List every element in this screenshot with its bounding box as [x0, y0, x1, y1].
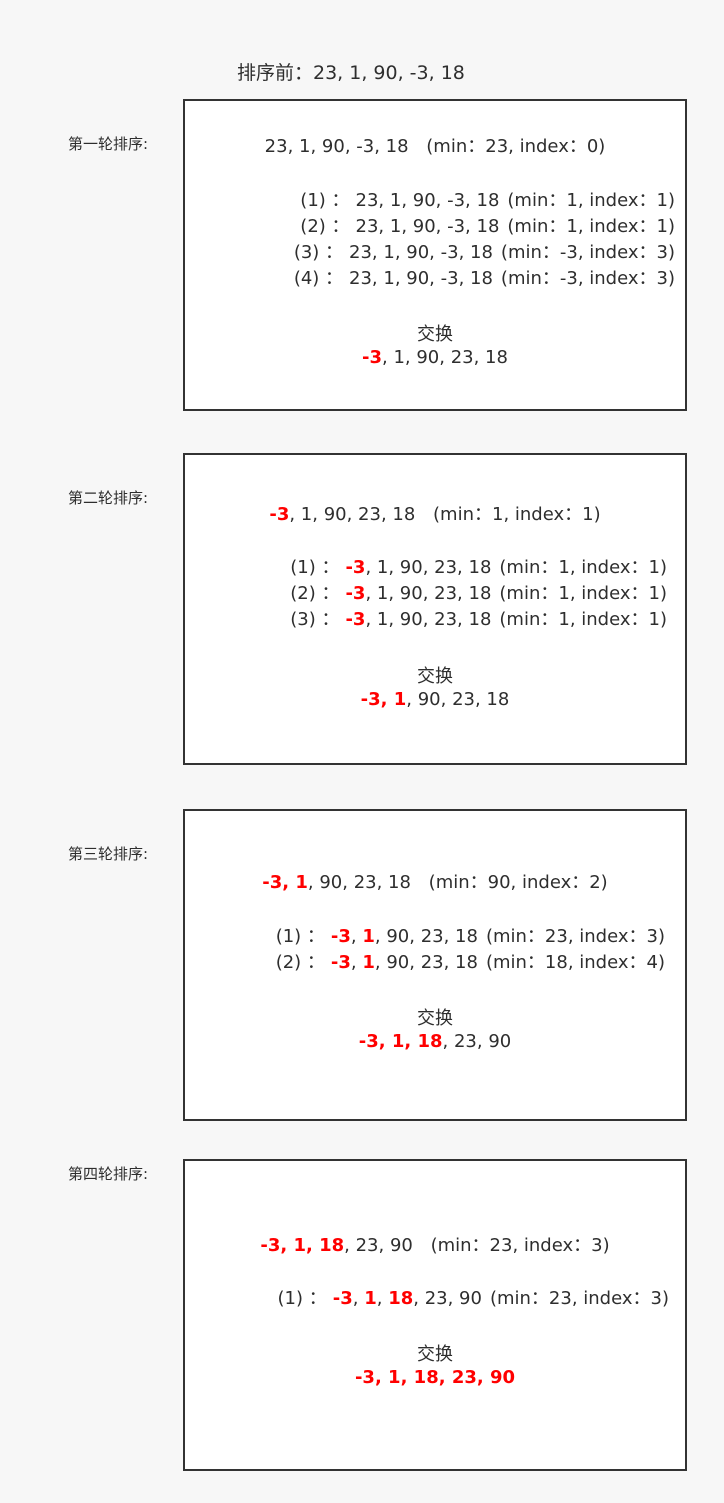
comparison-step-line: (4) ： 23, 1, 90, -3, 18 (min：-3, index：3)	[185, 264, 675, 290]
swap-result-line: -3, 1, 18, 23, 90	[185, 1367, 685, 1388]
sorted-value: -3	[330, 926, 351, 947]
step-number: (1) ：	[275, 926, 325, 947]
swap-label: 交换	[417, 1344, 453, 1365]
round-label: 第三轮排序:	[68, 845, 149, 863]
unsorted-value: , 90, 23, 18	[307, 872, 411, 893]
comparison-step-line: (1) ： -3, 1, 90, 23, 18 (min：1, index：1)	[185, 553, 667, 579]
initial-state-line: 23, 1, 90, -3, 18 (min：23, index：0)	[185, 132, 685, 158]
step-number: (4) ：	[293, 268, 344, 289]
swap-result-line: -3, 1, 90, 23, 18	[185, 347, 685, 368]
min-index-info: (min：-3, index：3)	[500, 242, 675, 263]
min-index-info: (min：23, index：0)	[420, 136, 606, 157]
step-number: (1) ：	[300, 190, 350, 211]
sorted-value: -3, 1, 18	[260, 1235, 345, 1256]
swap-label: 交换	[417, 666, 453, 687]
min-index-info: (min：23, index：3)	[489, 1288, 669, 1309]
unsorted-value: 23, 1, 90, -3, 18	[355, 216, 500, 237]
unsorted-value: , 23, 90	[413, 1288, 482, 1309]
unsorted-value: , 23, 90	[442, 1031, 512, 1052]
comparison-step-line: (2) ： -3, 1, 90, 23, 18 (min：18, index：4)	[185, 948, 665, 974]
comparison-step-line: (1) ： -3, 1, 90, 23, 18 (min：23, index：3)	[185, 922, 665, 948]
min-index-info: (min：1, index：1)	[499, 583, 667, 604]
step-number: (1) ：	[277, 1288, 327, 1309]
sorted-value: -3, 1	[360, 689, 407, 710]
unsorted-value: , 90, 23, 18	[374, 926, 478, 947]
round-box: 23, 1, 90, -3, 18 (min：23, index：0) (1) ：…	[183, 99, 687, 411]
initial-state-line: -3, 1, 18, 23, 90 (min：23, index：3)	[185, 1231, 685, 1257]
unsorted-value: , 1, 90, 23, 18	[382, 347, 508, 368]
step-number: (2) ：	[300, 216, 350, 237]
unsorted-value: 23, 1, 90, -3, 18	[264, 136, 409, 157]
unsorted-value: , 1, 90, 23, 18	[289, 504, 416, 525]
comparison-step-line: (2) ： -3, 1, 90, 23, 18 (min：1, index：1)	[185, 579, 667, 605]
unsorted-value: , 1, 90, 23, 18	[365, 557, 492, 578]
sorted-value: -3	[269, 504, 290, 525]
unsorted-value: 23, 1, 90, -3, 18	[349, 268, 493, 289]
unsorted-value: 23, 1, 90, -3, 18	[349, 242, 493, 263]
comparison-step-line: (1) ： 23, 1, 90, -3, 18 (min：1, index：1)	[185, 186, 675, 212]
comparison-step-line: (3) ： -3, 1, 90, 23, 18 (min：1, index：1)	[185, 605, 667, 631]
sorted-value: -3	[362, 347, 383, 368]
min-index-info: (min：23, index：3)	[424, 1235, 610, 1256]
step-number: (2) ：	[290, 583, 340, 604]
min-index-info: (min：1, index：1)	[507, 190, 675, 211]
step-number: (1) ：	[290, 557, 340, 578]
step-number: (3) ：	[290, 609, 340, 630]
sorted-value: -3, 1	[262, 872, 308, 893]
sorted-value: -3	[332, 1288, 353, 1309]
sorted-value: -3	[345, 583, 366, 604]
round-label: 第二轮排序:	[68, 489, 149, 507]
sorted-value: -3	[330, 952, 351, 973]
unsorted-value: , 23, 90	[344, 1235, 413, 1256]
unsorted-value: , 90, 23, 18	[374, 952, 478, 973]
swap-label: 交换	[417, 1008, 453, 1029]
step-number: (2) ：	[275, 952, 325, 973]
initial-state-line: -3, 1, 90, 23, 18 (min：1, index：1)	[185, 500, 685, 526]
sorted-value: 1	[362, 952, 375, 973]
sorted-value: -3	[345, 557, 366, 578]
swap-result-line: -3, 1, 90, 23, 18	[185, 689, 685, 710]
unsorted-value: ,	[376, 1288, 389, 1309]
round-label: 第一轮排序:	[68, 135, 149, 153]
unsorted-value: ,	[352, 1288, 365, 1309]
sorted-value: 1	[364, 1288, 377, 1309]
initial-state-line: -3, 1, 90, 23, 18 (min：90, index：2)	[185, 868, 685, 894]
unsorted-value: , 1, 90, 23, 18	[365, 609, 492, 630]
sorted-value: -3	[345, 609, 366, 630]
round-label: 第四轮排序:	[68, 1165, 149, 1183]
min-index-info: (min：1, index：1)	[499, 557, 667, 578]
swap-label: 交换	[417, 324, 453, 345]
unsorted-value: ,	[350, 926, 363, 947]
comparison-step-line: (3) ： 23, 1, 90, -3, 18 (min：-3, index：3)	[185, 238, 675, 264]
sorted-value: 1	[362, 926, 375, 947]
min-index-info: (min：90, index：2)	[422, 872, 608, 893]
unsorted-value: 23, 1, 90, -3, 18	[355, 190, 500, 211]
unsorted-value: , 90, 23, 18	[406, 689, 510, 710]
swap-result-line: -3, 1, 18, 23, 90	[185, 1031, 685, 1052]
sorted-value: -3, 1, 18	[358, 1031, 443, 1052]
comparison-step-line: (1) ： -3, 1, 18, 23, 90 (min：23, index：3)	[185, 1284, 669, 1310]
min-index-info: (min：18, index：4)	[485, 952, 665, 973]
step-number: (3) ：	[293, 242, 344, 263]
min-index-info: (min：1, index：1)	[427, 504, 601, 525]
min-index-info: (min：1, index：1)	[499, 609, 667, 630]
unsorted-value: ,	[350, 952, 363, 973]
sorted-value: 18	[388, 1288, 414, 1309]
page-title: 排序前：23, 1, 90, -3, 18	[237, 62, 465, 84]
min-index-info: (min：23, index：3)	[485, 926, 665, 947]
round-box: -3, 1, 90, 23, 18 (min：1, index：1) (1) ： -…	[183, 453, 687, 765]
sorted-value: -3, 1, 18, 23, 90	[354, 1367, 516, 1388]
min-index-info: (min：1, index：1)	[507, 216, 675, 237]
min-index-info: (min：-3, index：3)	[500, 268, 675, 289]
round-box: -3, 1, 18, 23, 90 (min：23, index：3) (1) ：…	[183, 1159, 687, 1471]
comparison-step-line: (2) ： 23, 1, 90, -3, 18 (min：1, index：1)	[185, 212, 675, 238]
round-box: -3, 1, 90, 23, 18 (min：90, index：2) (1) ：…	[183, 809, 687, 1121]
unsorted-value: , 1, 90, 23, 18	[365, 583, 492, 604]
